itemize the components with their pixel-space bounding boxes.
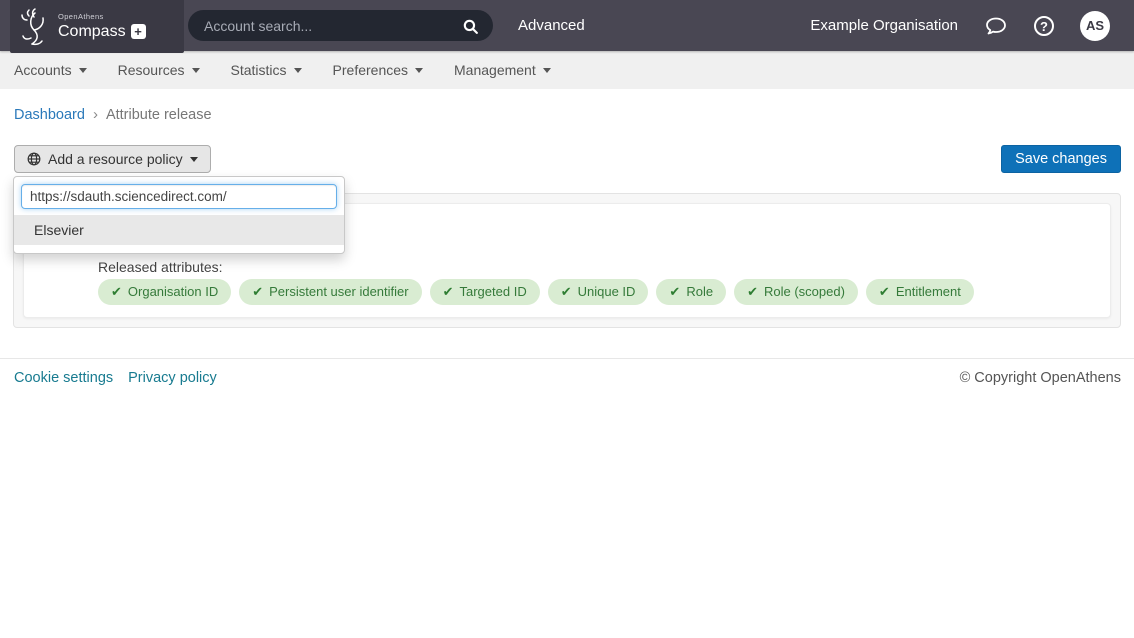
attribute-badge-label: Entitlement	[896, 279, 961, 305]
nav-item-resources[interactable]: Resources	[118, 62, 200, 78]
save-changes-button[interactable]: Save changes	[1001, 145, 1121, 173]
attribute-badge: ✔ Entitlement	[866, 279, 974, 305]
attribute-badge-label: Organisation ID	[128, 279, 218, 305]
breadcrumb-dashboard-link[interactable]: Dashboard	[14, 107, 85, 123]
nav-item-management[interactable]: Management	[454, 62, 551, 78]
check-icon: ✔	[443, 279, 454, 305]
openathens-flower-icon	[19, 7, 51, 47]
feedback-button[interactable]	[984, 14, 1008, 38]
main-nav: Accounts Resources Statistics Preference…	[0, 51, 1134, 89]
account-search	[188, 10, 493, 41]
attribute-badge-label: Role	[686, 279, 713, 305]
attribute-badge-label: Role (scoped)	[764, 279, 845, 305]
attribute-badge-label: Persistent user identifier	[269, 279, 408, 305]
resource-url-input[interactable]	[21, 184, 337, 209]
search-icon	[462, 18, 479, 35]
avatar[interactable]: AS	[1080, 11, 1110, 41]
breadcrumb: Dashboard › Attribute release	[14, 106, 212, 123]
check-icon: ✔	[252, 279, 263, 305]
attribute-badge-label: Targeted ID	[460, 279, 527, 305]
nav-item-label: Resources	[118, 62, 185, 78]
attribute-badge: ✔ Role (scoped)	[734, 279, 858, 305]
privacy-policy-link[interactable]: Privacy policy	[128, 370, 217, 386]
attribute-badge: ✔ Role	[656, 279, 726, 305]
help-icon: ?	[1034, 16, 1054, 36]
released-attributes-label: Released attributes:	[98, 259, 223, 275]
nav-item-label: Preferences	[333, 62, 408, 78]
check-icon: ✔	[111, 279, 122, 305]
chevron-down-icon	[79, 68, 87, 73]
plus-badge-icon: +	[131, 24, 146, 39]
app-root: OpenAthens Compass + Advanced Examp	[0, 0, 1134, 638]
globe-icon	[27, 152, 41, 166]
released-attributes-list: ✔ Organisation ID ✔ Persistent user iden…	[98, 279, 974, 305]
breadcrumb-current: Attribute release	[106, 107, 212, 123]
resource-policy-dropdown: Elsevier	[13, 176, 345, 254]
attribute-badge: ✔ Persistent user identifier	[239, 279, 421, 305]
footer-links: Cookie settings Privacy policy	[14, 370, 217, 386]
breadcrumb-separator: ›	[93, 106, 98, 123]
brand-openathens-label: OpenAthens	[58, 13, 146, 21]
copyright-text: © Copyright OpenAthens	[960, 370, 1121, 386]
chevron-down-icon	[543, 68, 551, 73]
chat-icon	[984, 14, 1008, 38]
brand-logo[interactable]: OpenAthens Compass +	[10, 0, 184, 53]
check-icon: ✔	[561, 279, 572, 305]
nav-item-label: Management	[454, 62, 536, 78]
chevron-down-icon	[192, 68, 200, 73]
account-search-input[interactable]	[204, 18, 460, 34]
organisation-name: Example Organisation	[810, 17, 958, 34]
nav-item-accounts[interactable]: Accounts	[14, 62, 87, 78]
search-button[interactable]	[460, 16, 487, 35]
add-resource-policy-button[interactable]: Add a resource policy	[14, 145, 211, 173]
nav-item-label: Accounts	[14, 62, 72, 78]
check-icon: ✔	[747, 279, 758, 305]
nav-item-preferences[interactable]: Preferences	[333, 62, 423, 78]
page-footer: Cookie settings Privacy policy © Copyrig…	[0, 358, 1134, 386]
brand-compass-label: Compass	[58, 24, 126, 40]
top-header: OpenAthens Compass + Advanced Examp	[0, 0, 1134, 51]
chevron-down-icon	[294, 68, 302, 73]
check-icon: ✔	[669, 279, 680, 305]
attribute-badge: ✔ Targeted ID	[430, 279, 540, 305]
attribute-badge-label: Unique ID	[578, 279, 636, 305]
help-button[interactable]: ?	[1034, 16, 1054, 36]
attribute-badge: ✔ Unique ID	[548, 279, 649, 305]
dropdown-option-elsevier[interactable]: Elsevier	[14, 215, 344, 245]
cookie-settings-link[interactable]: Cookie settings	[14, 370, 113, 386]
nav-item-statistics[interactable]: Statistics	[231, 62, 302, 78]
chevron-down-icon	[415, 68, 423, 73]
nav-item-label: Statistics	[231, 62, 287, 78]
attribute-badge: ✔ Organisation ID	[98, 279, 231, 305]
header-right-cluster: Example Organisation ? AS	[810, 0, 1110, 51]
advanced-search-link[interactable]: Advanced	[518, 0, 585, 51]
brand-text: OpenAthens Compass +	[58, 13, 146, 40]
add-resource-policy-label: Add a resource policy	[48, 151, 183, 167]
caret-down-icon	[190, 157, 198, 162]
check-icon: ✔	[879, 279, 890, 305]
